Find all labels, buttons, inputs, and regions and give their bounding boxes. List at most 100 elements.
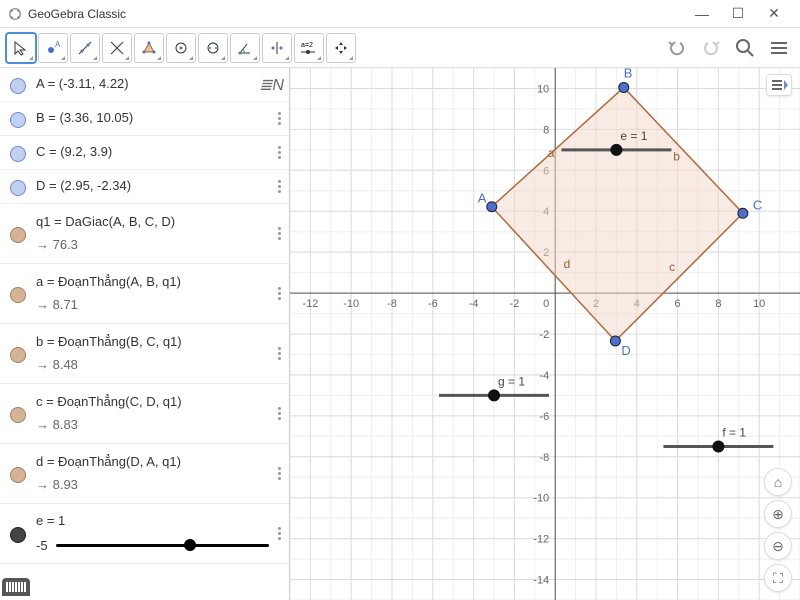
svg-text:A: A xyxy=(478,191,487,206)
svg-text:e = 1: e = 1 xyxy=(620,129,647,143)
svg-text:10: 10 xyxy=(753,298,765,310)
visibility-toggle[interactable] xyxy=(0,465,36,483)
redo-button[interactable] xyxy=(696,33,726,63)
tool-point[interactable]: A xyxy=(38,33,68,63)
svg-text:-8: -8 xyxy=(387,298,397,310)
svg-text:8: 8 xyxy=(715,298,721,310)
slider-track[interactable] xyxy=(56,544,269,547)
algebra-definition: D = (2.95, -2.34) xyxy=(36,176,269,197)
search-button[interactable] xyxy=(730,33,760,63)
visibility-toggle[interactable] xyxy=(0,110,36,128)
svg-text:-10: -10 xyxy=(343,298,359,310)
item-menu-button[interactable] xyxy=(269,227,289,240)
graphics-style-button[interactable] xyxy=(766,74,792,96)
algebra-row[interactable]: B = (3.36, 10.05) xyxy=(0,102,289,136)
svg-text:-2: -2 xyxy=(539,329,549,341)
svg-text:-8: -8 xyxy=(539,452,549,464)
svg-text:A: A xyxy=(55,40,61,49)
svg-text:a=2: a=2 xyxy=(301,42,313,49)
algebra-definition: d = ĐoạnThẳng(D, A, q1)→ 8.93 xyxy=(36,452,269,496)
algebra-row[interactable]: b = ĐoạnThẳng(B, C, q1)→ 8.48 xyxy=(0,324,289,384)
svg-text:-12: -12 xyxy=(302,298,318,310)
svg-text:-4: -4 xyxy=(539,370,549,382)
fullscreen-button[interactable]: ⛶ xyxy=(764,564,792,592)
svg-text:-10: -10 xyxy=(533,493,549,505)
svg-text:a: a xyxy=(548,146,555,160)
zoom-in-button[interactable]: ⊕ xyxy=(764,500,792,528)
tool-line[interactable] xyxy=(70,33,100,63)
minimize-button[interactable]: — xyxy=(684,0,720,28)
svg-text:c: c xyxy=(669,260,675,274)
item-menu-button[interactable] xyxy=(269,467,289,480)
svg-text:-6: -6 xyxy=(539,411,549,423)
tool-slider[interactable]: a=2 xyxy=(294,33,324,63)
input-mode-toggle[interactable]: ≣N xyxy=(259,75,289,95)
svg-text:-12: -12 xyxy=(533,534,549,546)
visibility-toggle[interactable] xyxy=(0,144,36,162)
svg-text:0: 0 xyxy=(543,298,549,310)
algebra-definition: b = ĐoạnThẳng(B, C, q1)→ 8.48 xyxy=(36,332,269,376)
algebra-definition: B = (3.36, 10.05) xyxy=(36,108,269,129)
item-menu-button[interactable] xyxy=(269,287,289,300)
item-menu-button[interactable] xyxy=(269,407,289,420)
item-menu-button[interactable] xyxy=(269,527,289,540)
zoom-out-button[interactable]: ⊖ xyxy=(764,532,792,560)
visibility-toggle[interactable] xyxy=(0,178,36,196)
tool-reflect[interactable] xyxy=(262,33,292,63)
svg-text:-4: -4 xyxy=(469,298,479,310)
tool-move-view[interactable] xyxy=(326,33,356,63)
svg-text:-6: -6 xyxy=(428,298,438,310)
svg-text:-14: -14 xyxy=(533,575,549,587)
svg-text:8: 8 xyxy=(543,124,549,136)
menu-button[interactable] xyxy=(764,33,794,63)
visibility-toggle[interactable] xyxy=(0,225,36,243)
visibility-toggle[interactable] xyxy=(0,405,36,423)
algebra-definition: q1 = DaGiac(A, B, C, D)→ 76.3 xyxy=(36,212,269,256)
algebra-definition: A = (-3.11, 4.22) xyxy=(36,74,259,95)
item-menu-button[interactable] xyxy=(269,347,289,360)
algebra-row[interactable]: c = ĐoạnThẳng(C, D, q1)→ 8.83 xyxy=(0,384,289,444)
algebra-row[interactable]: q1 = DaGiac(A, B, C, D)→ 76.3 xyxy=(0,204,289,264)
algebra-definition: c = ĐoạnThẳng(C, D, q1)→ 8.83 xyxy=(36,392,269,436)
window-title: GeoGebra Classic xyxy=(28,7,684,21)
maximize-button[interactable]: ☐ xyxy=(720,0,756,28)
visibility-toggle[interactable] xyxy=(0,285,36,303)
undo-button[interactable] xyxy=(662,33,692,63)
tool-circle[interactable] xyxy=(166,33,196,63)
svg-text:f = 1: f = 1 xyxy=(722,426,746,440)
item-menu-button[interactable] xyxy=(269,180,289,193)
tool-polygon[interactable] xyxy=(134,33,164,63)
tool-ellipse[interactable] xyxy=(198,33,228,63)
tool-perpendicular[interactable] xyxy=(102,33,132,63)
visibility-toggle[interactable] xyxy=(0,76,36,94)
virtual-keyboard-button[interactable] xyxy=(2,578,30,596)
svg-text:B: B xyxy=(624,68,633,80)
algebra-row[interactable]: C = (9.2, 3.9) xyxy=(0,136,289,170)
item-menu-button[interactable] xyxy=(269,112,289,125)
tool-move[interactable] xyxy=(6,33,36,63)
svg-text:D: D xyxy=(621,343,630,358)
app-logo-icon xyxy=(8,7,22,21)
algebra-row[interactable]: e = 1-5 xyxy=(0,504,289,564)
visibility-toggle[interactable] xyxy=(0,345,36,363)
home-button[interactable]: ⌂ xyxy=(764,468,792,496)
algebra-row[interactable]: D = (2.95, -2.34) xyxy=(0,170,289,204)
item-menu-button[interactable] xyxy=(269,146,289,159)
svg-text:6: 6 xyxy=(675,298,681,310)
algebra-definition: a = ĐoạnThẳng(A, B, q1)→ 8.71 xyxy=(36,272,269,316)
close-button[interactable]: ✕ xyxy=(756,0,792,28)
visibility-toggle[interactable] xyxy=(0,525,36,543)
algebra-definition: e = 1-5 xyxy=(36,511,269,557)
toolbar: A a=2 xyxy=(0,28,800,68)
svg-text:-2: -2 xyxy=(510,298,520,310)
svg-text:d: d xyxy=(564,257,571,271)
algebra-row[interactable]: d = ĐoạnThẳng(D, A, q1)→ 8.93 xyxy=(0,444,289,504)
svg-text:10: 10 xyxy=(537,83,549,95)
algebra-definition: C = (9.2, 3.9) xyxy=(36,142,269,163)
svg-text:b: b xyxy=(673,149,680,163)
tool-angle[interactable] xyxy=(230,33,260,63)
graphics-view[interactable]: -12-10-8-6-4-2246810-14-12-10-8-6-4-2246… xyxy=(290,68,800,600)
algebra-row[interactable]: a = ĐoạnThẳng(A, B, q1)→ 8.71 xyxy=(0,264,289,324)
algebra-row[interactable]: A = (-3.11, 4.22)≣N xyxy=(0,68,289,102)
algebra-view: A = (-3.11, 4.22)≣N B = (3.36, 10.05) C = … xyxy=(0,68,290,600)
